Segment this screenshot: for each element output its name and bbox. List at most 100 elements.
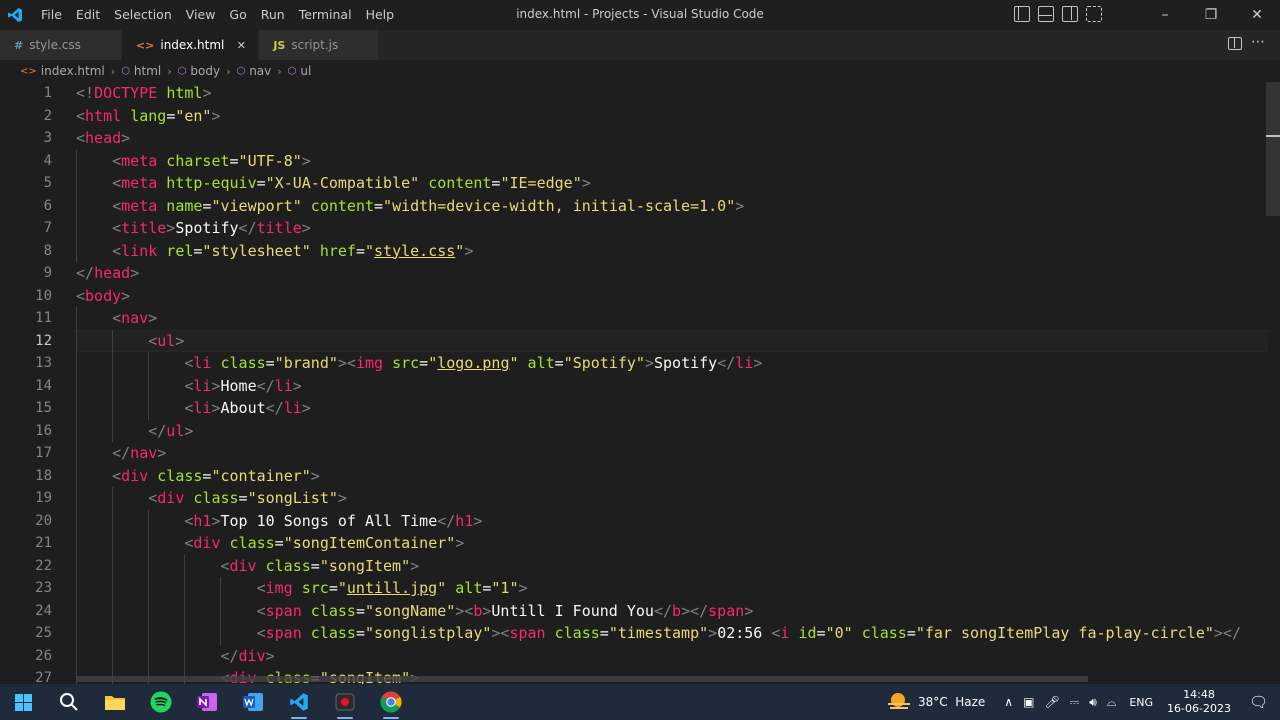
tab-label: style.css: [29, 38, 81, 52]
code-line[interactable]: 23 <img src="untill.jpg" alt="1">: [0, 577, 1268, 600]
line-number: 26: [35, 647, 52, 664]
breadcrumb-item[interactable]: ⬡ ul: [288, 64, 312, 78]
customize-layout-icon[interactable]: [1086, 6, 1102, 22]
code-line[interactable]: 10 <body>: [0, 285, 1268, 308]
indent-guide: [76, 239, 77, 262]
line-number: 23: [35, 580, 52, 596]
clock-date: 16-06-2023: [1167, 702, 1231, 715]
menu-help[interactable]: Help: [359, 0, 402, 30]
volume-icon[interactable]: 🔊︎: [1089, 695, 1097, 710]
line-number: 2: [43, 107, 52, 124]
indent-guide: [76, 397, 77, 420]
wifi-icon[interactable]: ⌓: [1107, 695, 1117, 710]
code-text: <span class="songName"><b>Untill I Found…: [256, 601, 754, 620]
title-bar: File Edit Selection View Go Run Terminal Help i…: [0, 0, 1280, 30]
menu-go[interactable]: Go: [222, 0, 253, 30]
line-number: 8: [43, 242, 52, 259]
code-line[interactable]: 26 </div>: [0, 644, 1268, 667]
code-line[interactable]: 14 <li>Home</li>: [0, 374, 1268, 397]
chevron-up-icon[interactable]: ∧: [1004, 695, 1013, 709]
word-button[interactable]: [230, 684, 276, 720]
menu-view[interactable]: View: [179, 0, 223, 30]
tab-script-js[interactable]: JSscript.js✕: [259, 30, 380, 60]
menu-file[interactable]: File: [34, 0, 69, 30]
code-text: <li>Home</li>: [184, 376, 302, 395]
indent-guide: [148, 509, 150, 532]
microphone-icon[interactable]: 🎤︎: [1044, 695, 1059, 709]
code-line[interactable]: 11 <nav>: [0, 307, 1268, 330]
code-line[interactable]: 18 <div class="container">: [0, 464, 1268, 487]
code-editor[interactable]: 1 <!DOCTYPE html> 2 <html lang="en"> 3 <head>…: [0, 82, 1280, 684]
menu-run[interactable]: Run: [254, 0, 292, 30]
line-number: 1: [43, 85, 52, 101]
notifications-icon[interactable]: 🗨︎: [1249, 693, 1268, 711]
breadcrumb-label: html: [133, 64, 162, 78]
code-line[interactable]: 12 <ul>: [0, 329, 1268, 352]
file-explorer-button[interactable]: [92, 684, 138, 720]
code-text: <div class="songItemContainer">: [184, 534, 465, 552]
code-line[interactable]: 15 <li>About</li>: [0, 397, 1268, 420]
code-line[interactable]: 22 <div class="songItem">: [0, 554, 1268, 577]
code-line[interactable]: 20 <h1>Top 10 Songs of All Time</h1>: [0, 509, 1268, 532]
indent-guide: [148, 622, 150, 645]
code-line[interactable]: 6 <meta name="viewport" content="width=de…: [0, 194, 1268, 217]
indent-guide: [76, 644, 77, 667]
code-line[interactable]: 5 <meta http-equiv="X-UA-Compatible" cont…: [0, 172, 1268, 195]
chrome-button[interactable]: [368, 684, 414, 720]
toggle-primary-sidebar-icon[interactable]: [1014, 6, 1030, 22]
language-indicator[interactable]: ENG: [1129, 696, 1153, 709]
code-line[interactable]: 3 <head>: [0, 127, 1268, 150]
weather-text[interactable]: 38°C Haze: [918, 695, 985, 709]
code-line[interactable]: 4 <meta charset="UTF-8">: [0, 149, 1268, 172]
breadcrumb-item[interactable]: ⬡ nav: [236, 64, 271, 78]
meet-now-icon[interactable]: ▣: [1023, 695, 1034, 709]
code-text: <meta charset="UTF-8">: [112, 151, 311, 170]
menu-bar: File Edit Selection View Go Run Terminal Help: [34, 0, 401, 30]
code-line[interactable]: 21 <div class="songItemContainer">: [0, 532, 1268, 555]
minimize-button[interactable]: –: [1142, 0, 1188, 30]
start-button[interactable]: [0, 684, 46, 720]
menu-selection[interactable]: Selection: [107, 0, 179, 30]
onenote-button[interactable]: [184, 684, 230, 720]
clock[interactable]: 14:48 16-06-2023: [1167, 688, 1231, 716]
code-line[interactable]: 1 <!DOCTYPE html>: [0, 82, 1268, 105]
restore-button[interactable]: ❐: [1188, 0, 1234, 30]
tab-style-css[interactable]: #style.css✕: [0, 30, 122, 60]
toggle-panel-icon[interactable]: [1038, 6, 1054, 22]
code-text: </div>: [220, 646, 275, 665]
code-line[interactable]: 19 <div class="songList">: [0, 487, 1268, 510]
code-line[interactable]: 13 <li class="brand"><img src="logo.png" …: [0, 352, 1268, 375]
code-line[interactable]: 2 <html lang="en">: [0, 105, 1268, 128]
close-tab-icon[interactable]: ✕: [234, 39, 248, 52]
code-line[interactable]: 25 <span class="songlistplay"><span class…: [0, 622, 1268, 645]
code-line[interactable]: 7 <title>Spotify</title>: [0, 217, 1268, 240]
layout-controls: [1014, 6, 1102, 22]
breadcrumb-item[interactable]: ⬡ body: [178, 64, 220, 78]
line-number: 18: [35, 467, 52, 484]
vscode-taskbar-button[interactable]: [276, 684, 322, 720]
more-actions-icon[interactable]: ⋯: [1251, 34, 1266, 50]
code-line[interactable]: 8 <link rel="stylesheet" href="style.css"…: [0, 239, 1268, 262]
vertical-scrollbar-thumb[interactable]: [1266, 82, 1280, 216]
tab-index-html[interactable]: <> index.html ✕: [121, 30, 260, 60]
spotify-button[interactable]: [138, 684, 184, 720]
code-line[interactable]: 16 </ul>: [0, 419, 1268, 442]
close-window-button[interactable]: ✕: [1234, 0, 1280, 30]
code-line[interactable]: 24 <span class="songName"><b>Untill I Fou…: [0, 599, 1268, 622]
menu-terminal[interactable]: Terminal: [292, 0, 359, 30]
javascript-file-icon: JS: [273, 38, 286, 52]
menu-edit[interactable]: Edit: [69, 0, 107, 30]
code-line[interactable]: 9 </head>: [0, 262, 1268, 285]
search-button[interactable]: [46, 684, 92, 720]
line-number: 15: [35, 400, 52, 416]
code-line[interactable]: 17 </nav>: [0, 442, 1268, 465]
breadcrumb-item[interactable]: <> index.html: [20, 64, 105, 78]
toggle-secondary-sidebar-icon[interactable]: [1062, 6, 1078, 22]
screen-recorder-button[interactable]: [322, 684, 368, 720]
split-editor-icon[interactable]: [1228, 37, 1242, 50]
breadcrumb-item[interactable]: ⬡ html: [121, 64, 161, 78]
code-text: </ul>: [148, 421, 194, 440]
battery-plug-icon[interactable]: ⎓: [1070, 695, 1080, 710]
horizontal-scrollbar-thumb[interactable]: [76, 676, 1088, 682]
code-text: <img src="untill.jpg" alt="1">: [256, 579, 528, 597]
